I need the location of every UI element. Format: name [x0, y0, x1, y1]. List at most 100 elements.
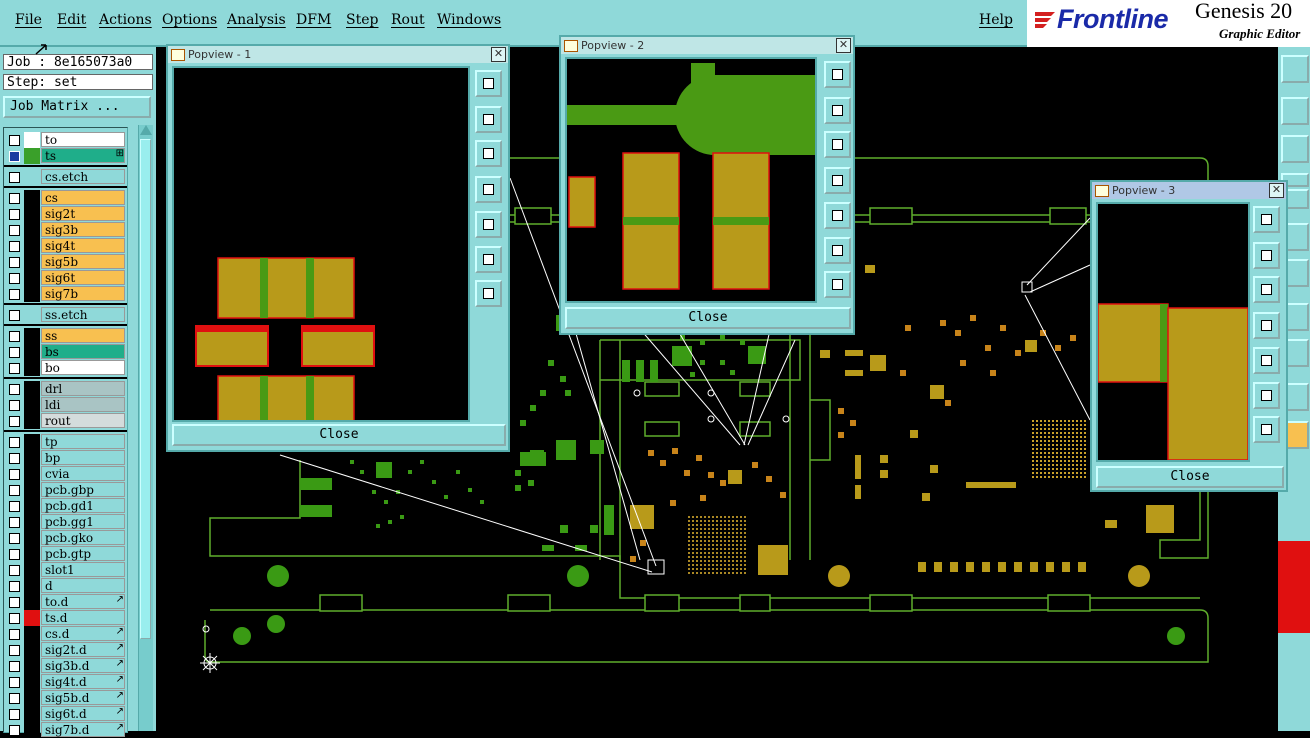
pan-down-icon[interactable]: [475, 140, 502, 167]
zoom-out-icon[interactable]: [475, 280, 502, 307]
layer-checkbox[interactable]: [9, 416, 20, 427]
menu-windows[interactable]: Windows: [437, 12, 501, 28]
layer-checkbox[interactable]: [9, 257, 20, 268]
zoom-window-icon[interactable]: [824, 61, 851, 88]
pan-left-icon[interactable]: [1253, 312, 1280, 339]
layer-checkbox[interactable]: [9, 485, 20, 496]
job-matrix-button[interactable]: Job Matrix ...: [3, 96, 151, 118]
layer-row-sig6t[interactable]: sig6t: [4, 270, 127, 286]
layer-row-tp[interactable]: tp: [4, 434, 127, 450]
pan-left-icon[interactable]: [475, 176, 502, 203]
layer-checkbox[interactable]: [9, 677, 20, 688]
layer-row-sig7b-d[interactable]: sig7b.d ↗: [4, 722, 127, 738]
layer-checkbox[interactable]: [9, 533, 20, 544]
pan-up-icon[interactable]: [475, 106, 502, 133]
layer-checkbox[interactable]: [9, 347, 20, 358]
pan-right-icon[interactable]: [475, 211, 502, 238]
layer-row-ss[interactable]: ss: [4, 328, 127, 344]
layer-row-drl[interactable]: drl: [4, 381, 127, 397]
pan-down-icon[interactable]: [1253, 276, 1280, 303]
layer-checkbox[interactable]: [9, 225, 20, 236]
layer-checkbox[interactable]: [9, 363, 20, 374]
pan-down-icon[interactable]: [824, 131, 851, 158]
layer-checkbox[interactable]: [9, 289, 20, 300]
layer-row-bp[interactable]: bp: [4, 450, 127, 466]
layer-checkbox[interactable]: [9, 629, 20, 640]
layer-checkbox[interactable]: [9, 501, 20, 512]
layer-row-sig3b[interactable]: sig3b: [4, 222, 127, 238]
layer-row-pcb-gd1[interactable]: pcb.gd1: [4, 498, 127, 514]
layer-checkbox[interactable]: [9, 172, 20, 183]
popview-3-viewport[interactable]: [1096, 202, 1250, 462]
layer-row-slot1[interactable]: slot1: [4, 562, 127, 578]
layer-checkbox[interactable]: [9, 437, 20, 448]
close-icon[interactable]: ✕: [491, 47, 506, 62]
layer-checkbox[interactable]: [9, 661, 20, 672]
popview-3-titlebar[interactable]: Popview - 3 ✕: [1092, 182, 1286, 199]
pan-up-icon[interactable]: [1253, 242, 1280, 269]
layer-row-sig6t-d[interactable]: sig6t.d ↗: [4, 706, 127, 722]
layer-checkbox[interactable]: [9, 273, 20, 284]
pan-up-icon[interactable]: [824, 97, 851, 124]
popview-1-viewport[interactable]: [172, 66, 470, 422]
layer-checkbox[interactable]: [9, 581, 20, 592]
zoom-in-icon[interactable]: [1253, 382, 1280, 409]
layer-checkbox[interactable]: [9, 709, 20, 720]
menu-step[interactable]: Step: [346, 12, 378, 28]
layer-row-pcb-gbp[interactable]: pcb.gbp: [4, 482, 127, 498]
layer-row-cs-etch[interactable]: cs.etch: [4, 169, 127, 185]
layer-row-cs-d[interactable]: cs.d ↗: [4, 626, 127, 642]
zoom-out-icon[interactable]: [1253, 416, 1280, 443]
pan-right-icon[interactable]: [1253, 347, 1280, 374]
layer-row-pcb-gtp[interactable]: pcb.gtp: [4, 546, 127, 562]
popview-2-close-button[interactable]: Close: [565, 307, 851, 329]
layer-row-sig5b-d[interactable]: sig5b.d ↗: [4, 690, 127, 706]
layer-row-ts[interactable]: ts ⊞: [4, 148, 127, 164]
layer-checkbox[interactable]: [9, 331, 20, 342]
layer-row-sig4t-d[interactable]: sig4t.d ↗: [4, 674, 127, 690]
menu-rout[interactable]: Rout: [391, 12, 425, 28]
popview-1-titlebar[interactable]: Popview - 1 ✕: [168, 46, 508, 63]
popview-1-close-button[interactable]: Close: [172, 424, 506, 446]
layer-checkbox[interactable]: [9, 400, 20, 411]
layer-checkbox[interactable]: [9, 565, 20, 576]
close-icon[interactable]: ✕: [1269, 183, 1284, 198]
layer-row-sig7b[interactable]: sig7b: [4, 286, 127, 302]
layer-checkbox[interactable]: [9, 613, 20, 624]
scroll-up-arrow-icon[interactable]: [140, 125, 152, 135]
layer-row-pcb-gg1[interactable]: pcb.gg1: [4, 514, 127, 530]
layer-row-d[interactable]: d: [4, 578, 127, 594]
pan-right-icon[interactable]: [824, 202, 851, 229]
layer-checkbox[interactable]: [9, 597, 20, 608]
layer-row-to-d[interactable]: to.d ↗: [4, 594, 127, 610]
scroll-thumb[interactable]: [140, 139, 151, 639]
layer-row-bo[interactable]: bo: [4, 360, 127, 376]
layer-row-ss-etch[interactable]: ss.etch: [4, 307, 127, 323]
zoom-window-icon[interactable]: [1253, 206, 1280, 233]
layer-row-cvia[interactable]: cvia: [4, 466, 127, 482]
popview-2-viewport[interactable]: [565, 57, 817, 303]
layer-checkbox[interactable]: [9, 645, 20, 656]
tool-pan-button[interactable]: [1281, 97, 1309, 125]
close-icon[interactable]: ✕: [836, 38, 851, 53]
layer-checkbox[interactable]: [9, 469, 20, 480]
zoom-out-icon[interactable]: [824, 271, 851, 298]
layer-checkbox[interactable]: [9, 384, 20, 395]
layer-row-bs[interactable]: bs: [4, 344, 127, 360]
layer-row-sig3b-d[interactable]: sig3b.d ↗: [4, 658, 127, 674]
layer-checkbox[interactable]: [9, 135, 20, 146]
menu-file[interactable]: File: [15, 12, 42, 28]
zoom-in-icon[interactable]: [824, 237, 851, 264]
layer-row-to[interactable]: to: [4, 132, 127, 148]
layer-list-scrollbar[interactable]: [138, 125, 153, 731]
zoom-in-icon[interactable]: [475, 246, 502, 273]
menu-actions[interactable]: Actions: [99, 12, 152, 28]
menu-edit[interactable]: Edit: [57, 12, 86, 28]
popview-3-close-button[interactable]: Close: [1096, 466, 1284, 488]
zoom-window-icon[interactable]: [475, 70, 502, 97]
tool-zoom-in-button[interactable]: [1281, 55, 1309, 83]
pan-left-icon[interactable]: [824, 167, 851, 194]
layer-row-sig5b[interactable]: sig5b: [4, 254, 127, 270]
layer-row-pcb-gko[interactable]: pcb.gko: [4, 530, 127, 546]
layer-checkbox[interactable]: [9, 549, 20, 560]
